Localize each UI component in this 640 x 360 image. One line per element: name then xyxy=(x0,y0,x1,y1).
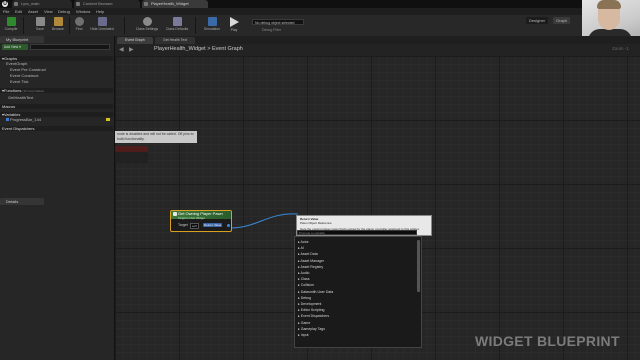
compile-button[interactable]: Compile xyxy=(2,16,20,35)
node-subtitle: Target is User Widget xyxy=(178,215,205,220)
title-bar: U Lyra_main Content Browser PlayerHealth… xyxy=(0,0,640,8)
toolbar-divider xyxy=(124,17,125,34)
class-defaults-button[interactable]: Class Defaults xyxy=(163,16,191,35)
action-menu-item[interactable]: ▸ Debug xyxy=(298,296,311,302)
section-functions[interactable]: ▾Functions (18 Overridable) xyxy=(0,88,113,93)
designer-mode-button[interactable]: Designer xyxy=(526,17,549,24)
action-menu-item[interactable]: ▸ Input xyxy=(298,333,309,339)
doc-tab-widget[interactable]: PlayerHealth_Widget xyxy=(142,0,208,8)
level-icon xyxy=(14,2,18,6)
disabled-node-header xyxy=(115,146,148,152)
folder-icon xyxy=(53,17,63,26)
forward-arrow-icon[interactable]: ▶ xyxy=(129,46,134,53)
action-menu-item[interactable]: ▸ Datasmith User Data xyxy=(298,290,333,296)
menu-asset[interactable]: Asset xyxy=(28,8,38,15)
action-menu-item[interactable]: ▸ Asset Registry xyxy=(298,265,323,271)
hide-unrelated-icon xyxy=(97,17,107,26)
get-owning-player-pawn-node[interactable]: Get Owning Player Pawn Target is User Wi… xyxy=(170,210,232,232)
unreal-logo-icon: U xyxy=(2,1,8,7)
action-menu-item[interactable]: ▸ Editor Scripting xyxy=(298,308,324,314)
graph-item-pre-construct[interactable]: Event Pre Construct xyxy=(10,67,46,72)
disabled-node[interactable] xyxy=(115,146,148,163)
play-button[interactable]: Play xyxy=(226,16,242,35)
return-value-pin[interactable]: Return Value xyxy=(203,223,223,227)
add-new-button[interactable]: Add New ▾ xyxy=(2,44,28,50)
graph-item-eventgraph[interactable]: EventGraph xyxy=(6,61,27,66)
debug-filter-label: Debug Filter xyxy=(262,28,282,32)
widget-icon xyxy=(144,2,148,6)
graph-tab-strip: Event Graph Get Health Text xyxy=(115,36,640,44)
tab-details[interactable]: Details xyxy=(0,198,44,205)
menu-edit[interactable]: Edit xyxy=(15,8,22,15)
action-menu-item[interactable]: ▸ Game xyxy=(298,321,310,327)
action-menu-item[interactable]: ▸ Asset Manager xyxy=(298,259,324,265)
target-pin-label: Target xyxy=(178,223,188,227)
debug-object-select[interactable]: No debug object selected xyxy=(252,19,304,25)
tab-get-health-text[interactable]: Get Health Text xyxy=(155,37,195,44)
binoculars-icon xyxy=(74,17,84,26)
breadcrumb: PlayerHealth_Widget > Event Graph xyxy=(154,46,243,52)
menu-file[interactable]: File xyxy=(3,8,9,15)
variable-item-progressbar[interactable]: ProgressBar_144 xyxy=(10,117,41,122)
self-pin-value[interactable]: self xyxy=(190,223,199,229)
zoom-level: Zoom -1 xyxy=(612,46,629,51)
wire-connection xyxy=(229,213,299,229)
action-menu-item[interactable]: ▸ Asset Data xyxy=(298,252,318,258)
widget-blueprint-watermark: WIDGET BLUEPRINT xyxy=(475,333,620,349)
back-arrow-icon[interactable]: ◀ xyxy=(119,46,124,53)
toolbar-divider xyxy=(23,17,24,34)
graph-item-tick[interactable]: Event Tick xyxy=(10,79,28,84)
simulation-icon xyxy=(207,17,217,26)
action-menu-item[interactable]: ▸ Development xyxy=(298,302,321,308)
action-menu-item[interactable]: ▸ Collision xyxy=(298,283,314,289)
graph-item-construct[interactable]: Event Construct xyxy=(10,73,38,78)
section-macros[interactable]: Macros xyxy=(0,104,113,109)
doc-tab-level[interactable]: Lyra_main xyxy=(12,0,72,8)
save-button[interactable]: Save xyxy=(32,16,48,35)
search-input[interactable] xyxy=(30,44,110,50)
class-settings-button[interactable]: Class Settings xyxy=(133,16,161,35)
gear-icon xyxy=(142,17,152,26)
save-icon xyxy=(35,17,45,26)
visibility-eye-icon[interactable] xyxy=(106,118,110,121)
menu-debug[interactable]: Debug xyxy=(58,8,70,15)
defaults-icon xyxy=(172,17,182,26)
section-event-dispatchers[interactable]: Event Dispatchers xyxy=(0,126,113,131)
action-menu-item[interactable]: ▸ Actor xyxy=(298,240,309,246)
toolbar-divider xyxy=(195,17,196,34)
action-menu-scrollbar[interactable] xyxy=(417,240,420,292)
browse-button[interactable]: Browse xyxy=(49,16,67,35)
tab-my-blueprint[interactable]: My Blueprint xyxy=(0,36,44,43)
folder-icon xyxy=(76,2,80,6)
action-menu-item[interactable]: ▸ AI xyxy=(298,246,304,252)
action-menu-item[interactable]: ▸ Event Dispatchers xyxy=(298,314,329,320)
hide-unrelated-button[interactable]: Hide Unrelated xyxy=(88,16,116,35)
toolbar-divider xyxy=(69,17,70,34)
action-menu-item[interactable]: ▸ Gameplay Tags xyxy=(298,327,325,333)
action-menu-item[interactable]: ▸ Class xyxy=(298,277,310,283)
action-menu-item[interactable]: ▸ Audio xyxy=(298,271,310,277)
play-icon xyxy=(229,17,239,27)
graph-mode-button[interactable]: Graph xyxy=(553,17,571,24)
doc-tab-content-browser[interactable]: Content Browser xyxy=(74,0,140,8)
return-pin-icon[interactable] xyxy=(227,223,230,227)
simulation-button[interactable]: Simulation xyxy=(200,16,224,35)
compile-icon xyxy=(6,17,16,26)
menu-help[interactable]: Help xyxy=(96,8,104,15)
menu-view[interactable]: View xyxy=(44,8,53,15)
variable-type-icon xyxy=(6,118,9,121)
presenter-hair xyxy=(597,0,621,9)
function-item-gethealthtext[interactable]: GetHealthText xyxy=(8,95,33,100)
action-search-input[interactable]: Promote to variable xyxy=(297,230,417,235)
find-button[interactable]: Find xyxy=(72,16,86,35)
tab-event-graph[interactable]: Event Graph xyxy=(117,37,153,44)
disabled-node-tooltip: node is disabled and will not be called.… xyxy=(115,131,197,143)
menu-window[interactable]: Window xyxy=(76,8,90,15)
menu-bar: File Edit Asset View Debug Window Help xyxy=(0,8,640,15)
function-icon xyxy=(173,212,177,216)
